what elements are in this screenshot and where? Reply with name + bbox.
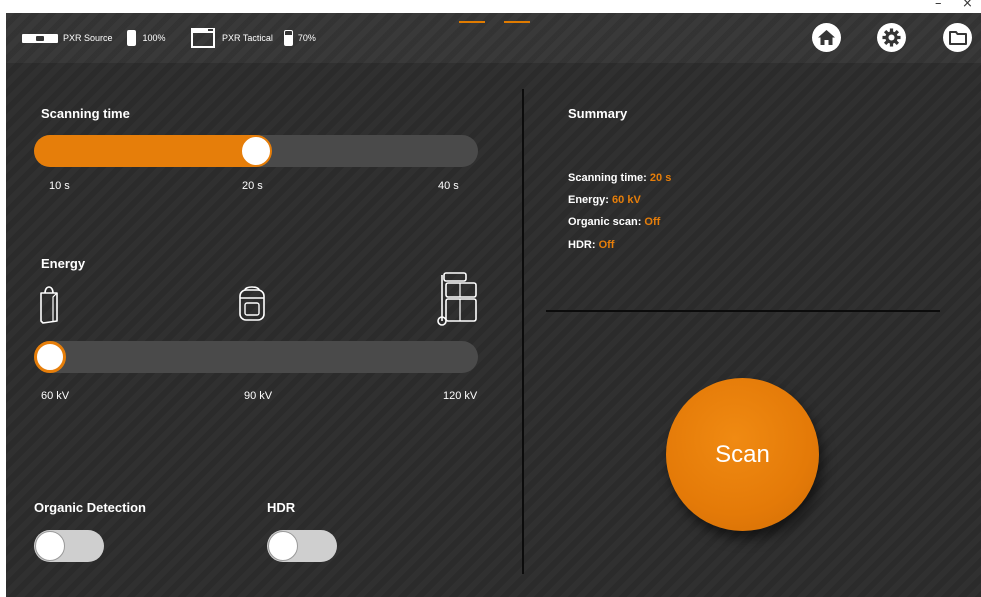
settings-button[interactable]	[877, 23, 906, 52]
summary-value: 20 s	[649, 172, 672, 184]
summary-key: HDR:	[568, 239, 596, 251]
home-button[interactable]	[812, 23, 841, 52]
tab-indicator	[459, 21, 485, 23]
energy-tick: 120 kV	[443, 390, 478, 402]
summary-key: Scanning time:	[568, 172, 647, 184]
device-status-source: PXR Source 100%	[22, 13, 166, 63]
summary-title: Summary	[568, 106, 628, 121]
vertical-divider	[522, 89, 524, 574]
energy-slider[interactable]	[34, 341, 478, 373]
window-titlebar: – ×	[0, 0, 981, 13]
open-folder-button[interactable]	[943, 23, 972, 52]
bag-icon	[40, 286, 58, 324]
energy-thumb[interactable]	[34, 341, 66, 373]
battery-level: 100%	[142, 33, 166, 43]
summary-key: Organic scan:	[568, 216, 642, 228]
device-name: PXR Source	[63, 33, 113, 43]
scanning-time-thumb[interactable]	[240, 135, 272, 167]
scanning-time-tick: 40 s	[438, 180, 459, 192]
gear-icon	[882, 28, 901, 47]
scanning-time-tick: 10 s	[49, 180, 70, 192]
energy-label: Energy	[41, 256, 86, 271]
tactical-panel-icon	[191, 28, 215, 48]
battery-icon	[126, 30, 136, 46]
hdr-toggle[interactable]	[267, 530, 337, 562]
scan-button-label: Scan	[715, 440, 770, 468]
xray-source-icon	[22, 33, 58, 43]
toggle-knob	[35, 531, 65, 561]
energy-tick: 90 kV	[244, 390, 273, 402]
summary-key: Energy:	[568, 194, 609, 206]
summary-value: Off	[598, 239, 615, 251]
close-button[interactable]: ×	[962, 0, 973, 11]
scanning-time-tick: 20 s	[242, 180, 263, 192]
folder-icon	[948, 31, 967, 45]
organic-detection-label: Organic Detection	[34, 500, 146, 515]
summary-value: 60 kV	[612, 194, 641, 206]
scanning-time-fill	[34, 135, 256, 167]
minimize-button[interactable]: –	[935, 0, 942, 11]
device-status-tactical: PXR Tactical 70%	[191, 13, 316, 63]
luggage-cart-icon	[437, 272, 477, 326]
top-bar: PXR Source 100% PXR Tactical 70%	[6, 13, 981, 63]
summary-value: Off	[644, 216, 661, 228]
summary-hdr: HDR: Off	[568, 239, 614, 251]
summary-energy: Energy: 60 kV	[568, 194, 641, 206]
device-name: PXR Tactical	[222, 33, 273, 43]
battery-level: 70%	[297, 33, 316, 43]
app-window: PXR Source 100% PXR Tactical 70% Scannin…	[6, 13, 981, 597]
organic-detection-toggle[interactable]	[34, 530, 104, 562]
home-icon	[818, 30, 835, 45]
scanning-time-slider[interactable]	[34, 135, 478, 167]
scan-button[interactable]: Scan	[666, 378, 819, 531]
toggle-knob	[268, 531, 298, 561]
summary-scanning-time: Scanning time: 20 s	[568, 172, 671, 184]
summary-organic-scan: Organic scan: Off	[568, 216, 660, 228]
backpack-icon	[239, 286, 265, 321]
battery-icon	[283, 30, 293, 46]
scanning-time-label: Scanning time	[41, 106, 130, 121]
horizontal-divider	[546, 310, 940, 312]
tab-indicator	[504, 21, 530, 23]
hdr-label: HDR	[267, 500, 296, 515]
energy-tick: 60 kV	[41, 390, 70, 402]
